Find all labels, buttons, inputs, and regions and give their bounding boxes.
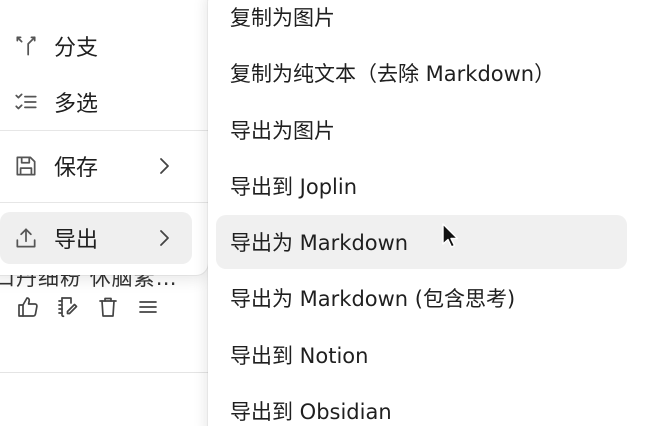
menu-item-branch[interactable]: 分支 (0, 20, 192, 72)
export-submenu: 复制为图片 复制为纯文本（去除 Markdown） 导出为图片 导出到 Jopl… (208, 0, 652, 426)
divider (0, 372, 210, 373)
submenu-item-copy-as-plain-text[interactable]: 复制为纯文本（去除 Markdown） (216, 46, 627, 100)
context-menu: 分支 多选 保存 导出 (0, 0, 208, 275)
menu-item-label: 多选 (54, 92, 99, 117)
menu-item-multi-select[interactable]: 多选 (0, 76, 192, 128)
submenu-item-export-to-notion[interactable]: 导出到 Notion (216, 328, 627, 382)
branch-icon (12, 32, 40, 60)
menu-item-label: 保存 (54, 156, 99, 181)
chevron-right-icon (154, 154, 174, 178)
message-action-bar (8, 290, 168, 324)
submenu-item-label: 复制为纯文本（去除 Markdown） (230, 62, 556, 86)
menu-item-save[interactable]: 保存 (0, 140, 192, 192)
multi-select-icon (12, 88, 40, 116)
menu-item-label: 导出 (54, 228, 99, 253)
menu-item-label: 分支 (54, 36, 99, 61)
menu-separator (0, 202, 208, 203)
delete-icon (99, 297, 117, 317)
submenu-item-label: 导出为 Markdown (包含思考) (230, 287, 516, 311)
submenu-item-label: 复制为图片 (230, 6, 335, 30)
submenu-item-export-as-markdown[interactable]: 导出为 Markdown (216, 215, 627, 269)
submenu-item-copy-as-image[interactable]: 复制为图片 (216, 0, 627, 44)
like-button[interactable] (8, 290, 48, 324)
submenu-item-export-as-markdown-with-thinking[interactable]: 导出为 Markdown (包含思考) (216, 271, 627, 325)
submenu-item-export-as-image[interactable]: 导出为图片 (216, 103, 627, 157)
submenu-item-label: 导出为图片 (230, 119, 335, 143)
export-icon (12, 224, 40, 252)
save-icon (12, 152, 40, 180)
more-button[interactable] (128, 290, 168, 324)
delete-button[interactable] (88, 290, 128, 324)
submenu-item-export-to-joplin[interactable]: 导出到 Joplin (216, 159, 627, 213)
submenu-item-label: 导出到 Obsidian (230, 400, 392, 424)
edit-icon (58, 297, 78, 318)
like-icon (18, 297, 38, 317)
more-icon (139, 301, 157, 313)
mouse-cursor-icon (442, 223, 459, 248)
submenu-item-label: 导出为 Markdown (230, 231, 409, 255)
edit-button[interactable] (48, 290, 88, 324)
chevron-right-icon (154, 226, 174, 250)
menu-separator (0, 130, 208, 131)
submenu-item-label: 导出到 Joplin (230, 175, 358, 199)
submenu-item-label: 导出到 Notion (230, 344, 369, 368)
menu-item-export[interactable]: 导出 (0, 212, 192, 264)
screen: 口丹细粉 休脑素… 分支 多选 保存 导出 复制为图片 复制为纯文本（去除 Ma… (0, 0, 652, 426)
submenu-item-export-to-obsidian[interactable]: 导出到 Obsidian (216, 384, 627, 426)
